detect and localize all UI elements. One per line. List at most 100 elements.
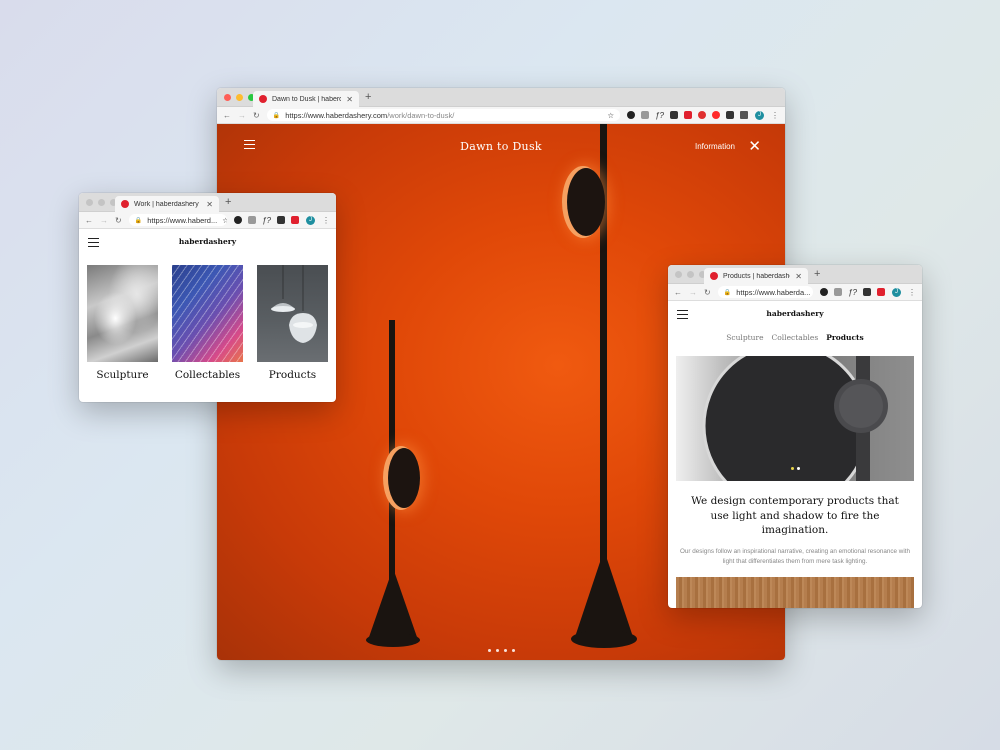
- site-logo[interactable]: haberdashery: [179, 237, 236, 246]
- camera-icon[interactable]: [834, 288, 843, 296]
- site-logo[interactable]: haberdashery: [766, 309, 823, 318]
- minimize-window-button[interactable]: [687, 271, 694, 278]
- category-label[interactable]: Products: [257, 369, 328, 381]
- camera-icon[interactable]: [248, 216, 257, 224]
- favicon-icon: [121, 200, 129, 208]
- reload-icon[interactable]: ↻: [115, 216, 122, 225]
- more-icon[interactable]: ⋮: [908, 288, 916, 297]
- collectables-image[interactable]: [172, 265, 243, 362]
- back-icon[interactable]: ←: [85, 216, 93, 225]
- lamp-short-foot: [366, 633, 420, 647]
- category-card-sculpture[interactable]: Sculpture: [87, 265, 158, 381]
- tab-dawn-to-dusk[interactable]: Dawn to Dusk | haberdashery ✕: [253, 91, 359, 107]
- forward-icon[interactable]: →: [689, 288, 697, 297]
- window-controls: [86, 199, 117, 206]
- category-label[interactable]: Sculpture: [87, 369, 158, 381]
- products-image[interactable]: [257, 265, 328, 362]
- address-bar: ← → ↻ 🔒 https://www.haberda... ☆ ƒ? J ⋮: [668, 284, 922, 301]
- url-field[interactable]: 🔒 https://www.haberd... ☆: [128, 214, 228, 226]
- pocket-icon[interactable]: [670, 111, 678, 119]
- tab-bar: Work | haberdashery ✕ +: [79, 193, 336, 212]
- lamp-short-base: [368, 568, 418, 640]
- subnav-sculpture[interactable]: Sculpture: [726, 333, 763, 342]
- back-icon[interactable]: ←: [674, 288, 682, 297]
- extension-red-icon[interactable]: [291, 216, 299, 224]
- pocket-icon[interactable]: [277, 216, 285, 224]
- slide-indicator: [217, 649, 785, 652]
- reload-icon[interactable]: ↻: [704, 288, 711, 297]
- close-window-button[interactable]: [224, 94, 231, 101]
- slide-dot[interactable]: [487, 649, 491, 652]
- back-icon[interactable]: ←: [223, 111, 231, 120]
- minimize-window-button[interactable]: [98, 199, 105, 206]
- slide-dot[interactable]: [503, 649, 507, 652]
- font-icon[interactable]: ƒ?: [655, 111, 664, 120]
- more-icon[interactable]: ⋮: [322, 216, 330, 225]
- pocket-icon[interactable]: [863, 288, 871, 296]
- font-icon[interactable]: ƒ?: [848, 288, 857, 297]
- more-icon[interactable]: ⋮: [771, 111, 779, 120]
- extension-dark-icon[interactable]: [627, 111, 636, 119]
- close-tab-icon[interactable]: ✕: [346, 95, 353, 104]
- new-tab-icon[interactable]: +: [365, 91, 371, 103]
- pinterest-icon[interactable]: [698, 111, 706, 119]
- extension-dark-icon[interactable]: [820, 288, 829, 296]
- extensions-bar: ƒ?: [234, 216, 299, 225]
- tab-work[interactable]: Work | haberdashery ✕: [115, 196, 219, 212]
- opera-icon[interactable]: [712, 111, 720, 119]
- reload-icon[interactable]: ↻: [253, 111, 260, 120]
- slide-dot[interactable]: [796, 467, 800, 470]
- minimize-window-button[interactable]: [236, 94, 243, 101]
- favicon-icon: [710, 272, 718, 280]
- close-window-button[interactable]: [86, 199, 93, 206]
- new-tab-icon[interactable]: +: [225, 196, 231, 208]
- profile-avatar[interactable]: J: [892, 287, 901, 297]
- category-label[interactable]: Collectables: [172, 369, 243, 381]
- profile-avatar[interactable]: J: [306, 215, 315, 225]
- camera-icon[interactable]: [641, 111, 650, 119]
- extension-red-icon[interactable]: [877, 288, 885, 296]
- slide-dot[interactable]: [511, 649, 515, 652]
- new-tab-icon[interactable]: +: [814, 268, 820, 280]
- category-card-collectables[interactable]: Collectables: [172, 265, 243, 381]
- slide-indicator: [676, 467, 914, 470]
- next-section-image: [676, 577, 914, 608]
- tab-bar: Dawn to Dusk | haberdashery ✕ +: [217, 88, 785, 107]
- subnav-collectables[interactable]: Collectables: [772, 333, 819, 342]
- url-path: /work/dawn-to-dusk/: [387, 110, 455, 120]
- forward-icon[interactable]: →: [100, 216, 108, 225]
- close-tab-icon[interactable]: ✕: [795, 272, 802, 281]
- category-card-products[interactable]: Products: [257, 265, 328, 381]
- star-icon[interactable]: ☆: [607, 111, 614, 120]
- lock-icon: 🔒: [272, 112, 281, 119]
- close-tab-icon[interactable]: ✕: [206, 200, 213, 209]
- menu-icon[interactable]: [677, 310, 688, 322]
- extension-dark-icon[interactable]: [234, 216, 243, 224]
- lamp-short-disc: [388, 448, 420, 508]
- extension-red-icon[interactable]: [684, 111, 692, 119]
- sculpture-image[interactable]: [87, 265, 158, 362]
- lamp-tall-disc: [567, 168, 605, 236]
- slide-dot[interactable]: [495, 649, 499, 652]
- tab-products[interactable]: Products | haberdashery ✕: [704, 268, 808, 284]
- star-icon[interactable]: ☆: [222, 216, 227, 225]
- close-icon[interactable]: ✕: [748, 137, 761, 155]
- information-link[interactable]: Information: [695, 142, 735, 151]
- work-categories: Sculpture Collectables Products: [79, 253, 336, 381]
- pendant-lights-graphic: [271, 265, 317, 343]
- forward-icon[interactable]: →: [238, 111, 246, 120]
- product-hero-image[interactable]: [676, 356, 914, 481]
- profile-avatar[interactable]: J: [755, 110, 764, 120]
- tab-bar: Products | haberdashery ✕ +: [668, 265, 922, 284]
- url-field[interactable]: 🔒 https://www.haberda... ☆: [717, 286, 814, 298]
- tab-title: Products | haberdashery: [723, 272, 790, 280]
- bookmark-icon[interactable]: [740, 111, 748, 119]
- close-window-button[interactable]: [675, 271, 682, 278]
- url-field[interactable]: 🔒 https://www.haberdashery.com/work/dawn…: [266, 109, 621, 121]
- subnav-products[interactable]: Products: [826, 333, 864, 342]
- browser-window-products: Products | haberdashery ✕ + ← → ↻ 🔒 http…: [668, 265, 922, 608]
- extension-box-icon[interactable]: [726, 111, 734, 119]
- menu-icon[interactable]: [88, 238, 99, 250]
- slide-dot-active[interactable]: [790, 467, 794, 470]
- font-icon[interactable]: ƒ?: [262, 216, 271, 225]
